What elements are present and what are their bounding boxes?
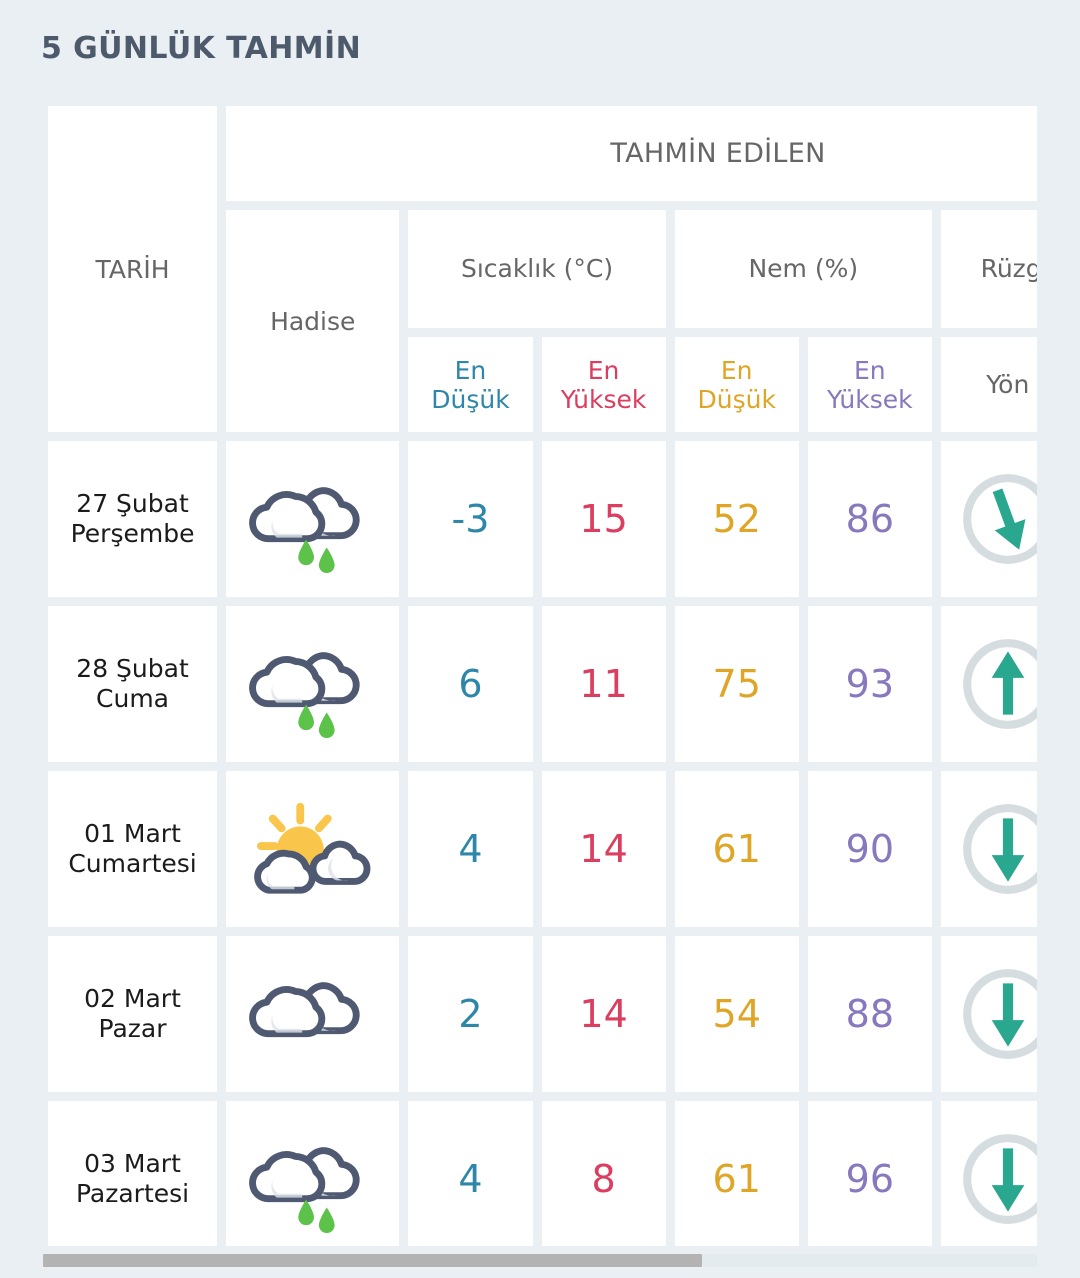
cell-hum-min: 75	[674, 606, 799, 762]
cell-temp-min: 6	[408, 606, 533, 762]
cell-temp-max: 11	[541, 606, 666, 762]
horizontal-scrollbar[interactable]	[43, 1254, 1037, 1267]
cell-wind-direction	[940, 1101, 1037, 1246]
cell-temp-max: 14	[541, 771, 666, 927]
cell-hum-min: 52	[674, 441, 799, 597]
header-hadise: Hadise	[226, 210, 400, 432]
arrow-up-icon	[941, 606, 1037, 762]
cell-wind-direction	[940, 936, 1037, 1092]
date-day: 27 Şubat	[76, 489, 189, 518]
date-day: 02 Mart	[84, 984, 181, 1013]
forecast-table: TARİH TAHMİN EDİLEN Hadise Sıcaklık (°C)…	[48, 106, 1037, 1246]
cell-temp-min: 2	[408, 936, 533, 1092]
arrow-down-icon	[941, 1101, 1037, 1246]
cell-temp-max: 15	[541, 441, 666, 597]
arrow-down-right-icon	[941, 441, 1037, 597]
cell-temp-max: 14	[541, 936, 666, 1092]
header-temp-max: En Yüksek	[541, 337, 666, 432]
date-weekday: Cumartesi	[68, 849, 197, 878]
arrow-down-icon	[941, 936, 1037, 1092]
header-forecast-group: TAHMİN EDİLEN	[226, 106, 1037, 201]
cell-date: 27 Şubat Perşembe	[48, 441, 218, 597]
cell-hum-min: 61	[674, 771, 799, 927]
cell-temp-min: -3	[408, 441, 533, 597]
header-hum-max-line1: En	[854, 355, 886, 385]
forecast-table-scroll-container[interactable]: TARİH TAHMİN EDİLEN Hadise Sıcaklık (°C)…	[48, 106, 1037, 1246]
table-row: 03 Mart Pazartesi 4 8 61 96	[48, 1101, 1037, 1246]
cell-condition	[226, 936, 400, 1092]
date-day: 28 Şubat	[76, 654, 189, 683]
rainy-cloud-icon	[226, 1101, 399, 1246]
header-humidity-group: Nem (%)	[674, 210, 932, 328]
cell-date: 02 Mart Pazar	[48, 936, 218, 1092]
header-wind-group: Rüzgar (km/sa)	[940, 210, 1037, 328]
table-row: 28 Şubat Cuma 6 11 75 93	[48, 606, 1037, 762]
date-weekday: Perşembe	[70, 519, 195, 548]
date-weekday: Pazar	[98, 1014, 167, 1043]
cell-hum-max: 93	[807, 606, 932, 762]
header-temperature-group: Sıcaklık (°C)	[408, 210, 666, 328]
rainy-cloud-icon	[226, 441, 399, 597]
table-row: 01 Mart Cumartesi 4 14 61 90	[48, 771, 1037, 927]
header-temp-max-line2: Yüksek	[560, 384, 647, 414]
cell-condition	[226, 1101, 400, 1246]
header-temp-min-line1: En	[454, 355, 487, 385]
header-wind-direction: Yön	[940, 337, 1037, 432]
arrow-down-icon	[941, 771, 1037, 927]
cell-date: 01 Mart Cumartesi	[48, 771, 218, 927]
header-hum-max-line2: Yüksek	[827, 384, 913, 414]
header-temp-min: En Düşük	[408, 337, 533, 432]
date-weekday: Pazartesi	[75, 1179, 190, 1208]
cloudy-icon	[226, 936, 399, 1092]
page-title: 5 GÜNLÜK TAHMİN	[41, 31, 362, 66]
header-hum-min: En Düşük	[674, 337, 799, 432]
date-day: 03 Mart	[84, 1149, 181, 1178]
partly-sunny-icon	[226, 771, 399, 927]
header-date: TARİH	[48, 106, 218, 432]
date-day: 01 Mart	[84, 819, 181, 848]
cell-wind-direction	[940, 606, 1037, 762]
cell-hum-max: 96	[807, 1101, 932, 1246]
table-row: 27 Şubat Perşembe -3 15 52 86	[48, 441, 1037, 597]
cell-hum-max: 86	[807, 441, 932, 597]
date-weekday: Cuma	[96, 684, 170, 713]
header-hum-min-line2: Düşük	[697, 384, 776, 414]
cell-hum-max: 88	[807, 936, 932, 1092]
table-body: 27 Şubat Perşembe -3 15 52 86 28 Şubat C…	[48, 441, 1037, 1246]
horizontal-scrollbar-thumb[interactable]	[43, 1254, 702, 1267]
weather-forecast-page: 5 GÜNLÜK TAHMİN TARİH TAHMİN EDİLEN Hadi…	[0, 0, 1080, 1278]
cell-hum-min: 61	[674, 1101, 799, 1246]
header-temp-max-line1: En	[587, 355, 620, 385]
rainy-cloud-icon	[226, 606, 399, 762]
cell-condition	[226, 441, 400, 597]
cell-condition	[226, 771, 400, 927]
header-hum-min-line1: En	[720, 355, 753, 385]
cell-date: 03 Mart Pazartesi	[48, 1101, 218, 1246]
cell-hum-max: 90	[807, 771, 932, 927]
cell-wind-direction	[940, 771, 1037, 927]
cell-temp-max: 8	[541, 1101, 666, 1246]
header-temp-min-line2: Düşük	[431, 384, 510, 414]
cell-date: 28 Şubat Cuma	[48, 606, 218, 762]
table-header: TARİH TAHMİN EDİLEN Hadise Sıcaklık (°C)…	[48, 106, 1037, 432]
cell-condition	[226, 606, 400, 762]
header-hum-max: En Yüksek	[807, 337, 932, 432]
cell-wind-direction	[940, 441, 1037, 597]
table-row: 02 Mart Pazar 2 14 54 88 6	[48, 936, 1037, 1092]
cell-hum-min: 54	[674, 936, 799, 1092]
cell-temp-min: 4	[408, 1101, 533, 1246]
cell-temp-min: 4	[408, 771, 533, 927]
